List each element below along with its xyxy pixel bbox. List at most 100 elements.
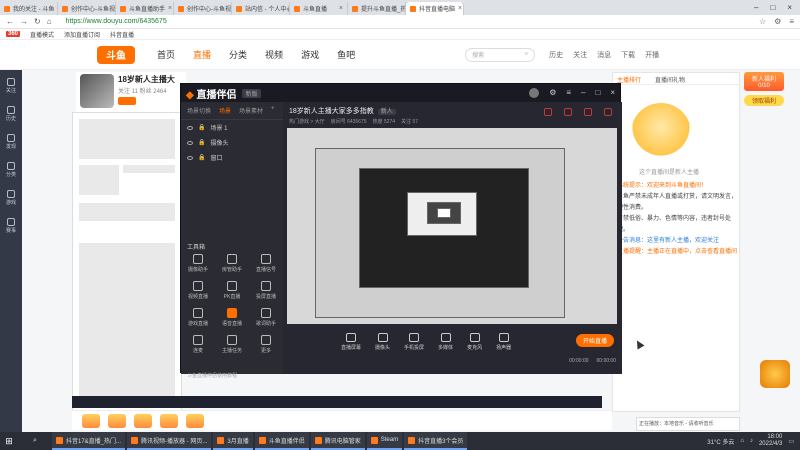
nav-live[interactable]: 直播 <box>193 48 211 61</box>
browser-tab[interactable]: 斗鱼直播 × <box>290 2 348 15</box>
taskbar-app[interactable]: 抖音17&直播_热门... <box>52 432 126 450</box>
source-screen-button[interactable]: 直播屏幕 <box>341 333 361 351</box>
volume-icon[interactable]: ♪ <box>750 438 753 444</box>
eye-icon[interactable] <box>187 140 193 145</box>
promo-card[interactable]: 新人福利 0/10 <box>744 72 784 91</box>
maximize-icon[interactable]: □ <box>770 3 775 12</box>
download-link[interactable]: 下载 <box>621 50 635 60</box>
lock-icon[interactable]: 🔒 <box>198 139 205 146</box>
lock-icon[interactable]: 🔒 <box>198 124 205 131</box>
settings-icon[interactable]: ⚙ <box>549 88 556 98</box>
mic-button[interactable]: 麦克风 <box>467 333 482 351</box>
windows-start-icon[interactable]: ⊞ <box>0 436 18 447</box>
follow-button[interactable] <box>118 97 136 105</box>
menu-icon[interactable]: ≡ <box>789 17 794 26</box>
forward-icon[interactable]: → <box>20 17 28 26</box>
search-input[interactable]: 搜索 ⌕ <box>465 47 536 62</box>
url-field[interactable]: https://www.douyu.com/6435675 <box>66 18 167 25</box>
notification-toast[interactable]: 正在播放：本地音乐 - 请收听音乐 <box>636 417 740 431</box>
promo-button[interactable]: 领取福利 <box>744 95 784 106</box>
tab-scene-switch[interactable]: 场景切换 <box>187 106 211 115</box>
tool-button[interactable]: 视频直播 <box>181 281 215 300</box>
tool-button[interactable]: 歌词助手 <box>249 308 283 327</box>
chart-icon[interactable] <box>604 108 612 116</box>
tool-button[interactable]: 语音直播 <box>215 308 249 327</box>
taskbar-app[interactable]: 腾讯电脑管家 <box>310 432 365 450</box>
gift-item[interactable] <box>160 413 178 428</box>
nav-video[interactable]: 视频 <box>265 48 283 61</box>
nav-yuba[interactable]: 鱼吧 <box>337 48 355 61</box>
avatar[interactable] <box>80 74 114 108</box>
close-tab-icon[interactable]: × <box>168 5 172 12</box>
messages-link[interactable]: 消息 <box>597 50 611 60</box>
avatar[interactable] <box>529 88 540 98</box>
browser-tab[interactable]: 创作中心-斗鱼视频× <box>174 2 232 15</box>
history-link[interactable]: 历史 <box>549 50 563 60</box>
gift-item[interactable] <box>186 413 204 428</box>
scene-item[interactable]: 🔒 摄像头 <box>181 135 283 150</box>
tutorial-link[interactable]: 斗鱼直播伴侣使用教程 <box>187 372 237 379</box>
star-icon[interactable]: ☆ <box>759 17 766 26</box>
tool-button[interactable]: 房管助手 <box>215 254 249 273</box>
chat-message[interactable]: 直播提醒：主播正在直播中，点击查看直播间 <box>617 247 737 258</box>
clock[interactable]: 18:00 2022/4/3 <box>759 434 782 448</box>
search-icon[interactable]: ⌕ <box>525 51 528 58</box>
gift-icon[interactable] <box>564 108 572 116</box>
tab-gifts[interactable]: 直播间礼物 <box>655 75 685 84</box>
tool-button[interactable]: PK直播 <box>215 281 249 300</box>
browser-tab[interactable]: 站内信 - 个人中心× <box>232 2 290 15</box>
reload-icon[interactable]: ↻ <box>34 17 41 26</box>
add-scene-icon[interactable]: + <box>271 106 275 115</box>
minimize-icon[interactable]: – <box>754 3 758 12</box>
tab-scene-assets[interactable]: 场景素材 <box>239 106 263 115</box>
source-media-button[interactable]: 多媒体 <box>438 333 453 351</box>
minimize-icon[interactable]: – <box>581 88 585 98</box>
close-window-icon[interactable]: × <box>787 3 792 12</box>
browser-tab[interactable]: 我的关注 - 斗鱼× <box>0 2 58 15</box>
tab-scene[interactable]: 场景 <box>219 106 231 115</box>
tool-button[interactable]: 摄像助手 <box>181 254 215 273</box>
lock-icon[interactable]: 🔒 <box>198 154 205 161</box>
nav-home[interactable]: 首页 <box>157 48 175 61</box>
search-icon[interactable]: ⌕ <box>18 435 52 447</box>
browser-tab-active[interactable]: 抖音直播电脑 × <box>406 2 464 15</box>
bookmark-item[interactable]: 抖音直播 <box>110 30 134 39</box>
taskbar-app[interactable]: 斗鱼直播伴侣 <box>254 432 309 450</box>
sidebar-item-discover[interactable]: 发现 <box>4 134 18 150</box>
share-icon[interactable] <box>584 108 592 116</box>
sidebar-item-follow[interactable]: 关注 <box>4 78 18 94</box>
site-logo[interactable]: 斗鱼 <box>97 45 135 64</box>
nav-games[interactable]: 游戏 <box>301 48 319 61</box>
browser-tab[interactable]: 创作中心-斗鱼视频× <box>58 2 116 15</box>
home-icon[interactable]: ⌂ <box>47 17 52 26</box>
browser-tab[interactable]: 斗鱼直播助手 × <box>116 2 174 15</box>
back-icon[interactable]: ← <box>6 17 14 26</box>
speaker-button[interactable]: 扬声器 <box>496 333 511 351</box>
floating-mascot[interactable] <box>760 360 790 388</box>
tool-button[interactable]: 直播信号 <box>249 254 283 273</box>
eye-icon[interactable] <box>187 125 193 130</box>
browser-tab[interactable]: 提升斗鱼直播_热门× <box>348 2 406 15</box>
taskbar-app[interactable]: 抖音直播3个会员 <box>404 432 468 450</box>
sidebar-item-events[interactable]: 赛事 <box>4 218 18 234</box>
maximize-icon[interactable]: □ <box>595 88 600 98</box>
scene-item[interactable]: 🔒 场景 1 <box>181 120 283 135</box>
nav-category[interactable]: 分类 <box>229 48 247 61</box>
tab-ranking[interactable]: 主播排行 <box>617 75 641 84</box>
tool-button[interactable]: 主播任务 <box>215 335 249 354</box>
scene-item[interactable]: 🔒 窗口 <box>181 150 283 165</box>
tool-button[interactable]: 投屏直播 <box>249 281 283 300</box>
start-broadcast-link[interactable]: 开播 <box>645 50 659 60</box>
start-broadcast-button[interactable]: 开始直播 <box>576 334 614 347</box>
stream-preview[interactable] <box>287 128 617 324</box>
menu-icon[interactable]: ≡ <box>566 88 571 98</box>
taskbar-app[interactable]: 3月直播 <box>213 432 253 450</box>
bookmark-item[interactable]: 360 <box>6 31 21 37</box>
gift-item[interactable] <box>82 413 100 428</box>
network-icon[interactable]: ⌂ <box>740 438 744 444</box>
extensions-icon[interactable]: ⚙ <box>774 17 781 26</box>
notification-center-icon[interactable]: ▭ <box>788 438 794 445</box>
bookmark-item[interactable]: 添加直播订阅 <box>64 30 100 39</box>
follow-link[interactable]: 关注 <box>573 50 587 60</box>
close-tab-icon[interactable]: × <box>339 5 343 12</box>
